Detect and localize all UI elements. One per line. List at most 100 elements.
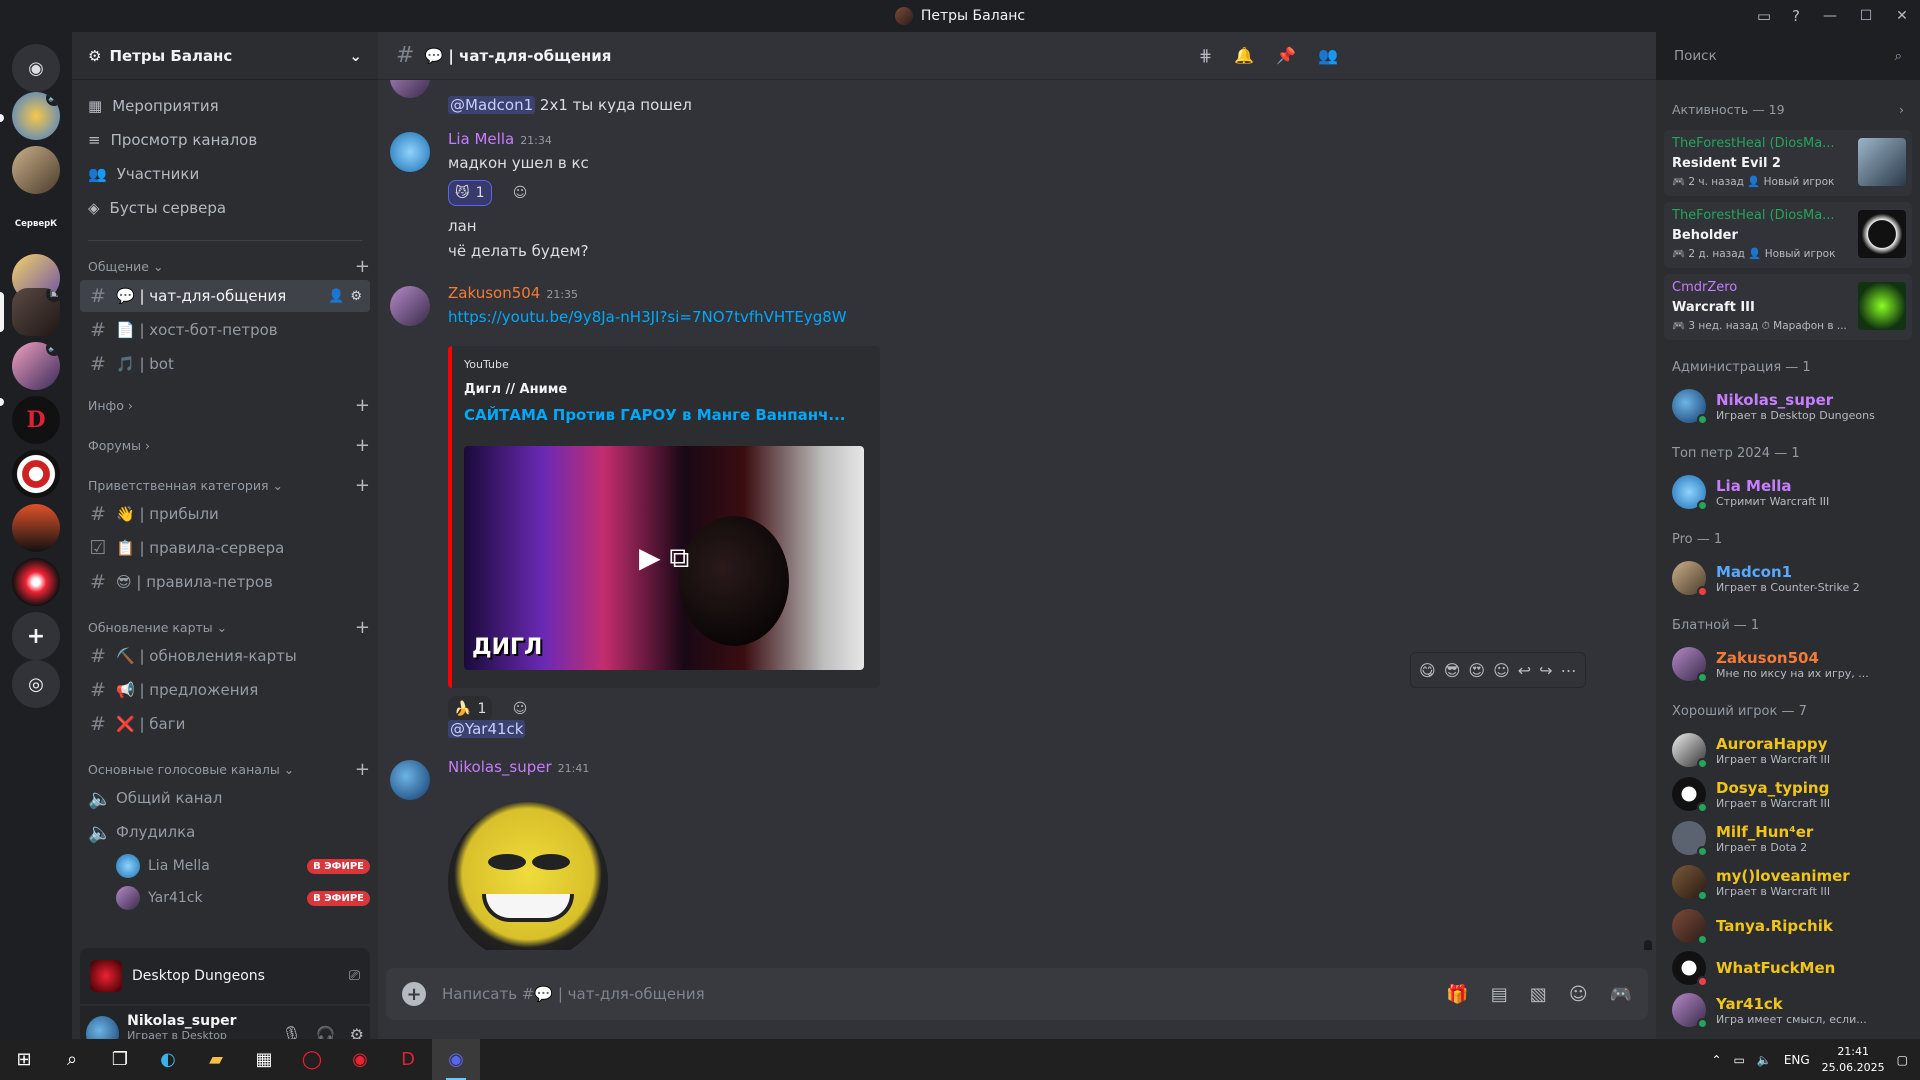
add-channel-icon[interactable]: +: [355, 617, 370, 638]
more-icon[interactable]: ⋯: [1561, 661, 1577, 680]
edge-icon[interactable]: ◐: [144, 1039, 192, 1080]
reply-icon[interactable]: ↩: [1518, 661, 1531, 680]
embed-author[interactable]: Дигл // Аниме: [464, 382, 567, 397]
discover-icon[interactable]: ◎: [12, 660, 60, 708]
channel-suggestions[interactable]: # 📢 | предложения: [80, 674, 370, 706]
upload-icon[interactable]: +: [402, 982, 426, 1006]
server-icon[interactable]: [12, 504, 60, 552]
category-welcome[interactable]: Приветственная категория ⌄ +: [88, 474, 370, 496]
network-icon[interactable]: ▭: [1734, 1053, 1745, 1067]
voice-user[interactable]: Lia Mella В ЭФИРЕ: [116, 852, 370, 880]
activity-card[interactable]: CmdrZero Warcraft III 🎮 3 нед. назад ⏱ М…: [1664, 274, 1912, 340]
add-server-button[interactable]: +: [12, 612, 60, 660]
member-item[interactable]: WhatFuckMen: [1664, 946, 1912, 990]
activity-card[interactable]: TheForestHeal (DiosMa... Resident Evil 2…: [1664, 130, 1912, 196]
server-icon[interactable]: СерверК: [12, 200, 60, 248]
channel-chat[interactable]: # 💬 | чат-для-общения 👤 ⚙: [80, 280, 370, 312]
emoji-icon[interactable]: ☺: [1569, 984, 1588, 1005]
maximize-button[interactable]: ☐: [1848, 0, 1884, 32]
task-view-icon[interactable]: ❐: [96, 1039, 144, 1080]
embed-title[interactable]: САЙТАМА Против ГАРОУ в Манге Ванпанч...: [464, 406, 846, 424]
members-icon[interactable]: 👥: [1318, 46, 1338, 65]
windows-start-icon[interactable]: ⊞: [0, 1039, 48, 1080]
member-item[interactable]: Milf_Hun⁴er Играет в Dota 2: [1664, 816, 1912, 860]
server-icon[interactable]: [12, 146, 60, 194]
volume-icon[interactable]: 🔈: [1757, 1053, 1772, 1067]
channel-map-updates[interactable]: # ⛏️ | обновления-карты: [80, 640, 370, 672]
category-info[interactable]: Инфо › +: [88, 394, 370, 416]
avatar[interactable]: [390, 80, 430, 98]
member-item[interactable]: Nikolas_super Играет в Desktop Dungeons: [1664, 384, 1912, 428]
channel-host-bot[interactable]: # 📄 | хост-бот-петров: [80, 314, 370, 346]
avatar[interactable]: [390, 132, 430, 172]
channel-rules-petrov[interactable]: # 😎 | правила-петров: [80, 566, 370, 598]
message-input[interactable]: Написать #💬 | чат-для-общения: [442, 985, 705, 1003]
minimize-button[interactable]: —: [1812, 0, 1848, 32]
category-map[interactable]: Обновление карты ⌄ +: [88, 616, 370, 638]
server-icon[interactable]: D: [12, 396, 60, 444]
mention[interactable]: @Madcon1: [448, 96, 536, 114]
message-author[interactable]: Lia Mella 21:34: [448, 130, 552, 148]
nav-browse-channels[interactable]: ≡ Просмотр каналов: [80, 124, 370, 156]
store-icon[interactable]: ▦: [240, 1039, 288, 1080]
add-reaction-icon[interactable]: ☺: [508, 181, 532, 205]
channel-rules-server[interactable]: ☑ 📋 | правила-сервера: [80, 532, 370, 564]
quick-reaction-icon[interactable]: 😋: [1419, 661, 1436, 680]
activity-bar[interactable]: Desktop Dungeons ⎚: [80, 948, 370, 1004]
inbox-icon[interactable]: ▭: [1748, 0, 1780, 32]
voice-user[interactable]: Yar41ck В ЭФИРЕ: [116, 884, 370, 912]
member-item[interactable]: Dosya_typing Играет в Warcraft III: [1664, 772, 1912, 816]
file-explorer-icon[interactable]: ▰: [192, 1039, 240, 1080]
direct-messages-icon[interactable]: ◉: [12, 44, 60, 92]
guild-header[interactable]: ⚙ Петры Баланс ⌄: [72, 32, 378, 80]
channel-bugs[interactable]: # ❌ | баги: [80, 708, 370, 740]
nav-events[interactable]: ▦ Мероприятия: [80, 90, 370, 122]
chevron-right-icon[interactable]: ›: [1899, 102, 1904, 117]
server-icon[interactable]: [12, 558, 60, 606]
play-icon[interactable]: ▶ ⧉: [639, 541, 689, 575]
invite-icon[interactable]: 👤: [328, 289, 344, 304]
mention[interactable]: @Yar41ck: [448, 720, 526, 738]
member-item[interactable]: Lia Mella Стримит Warcraft III: [1664, 470, 1912, 514]
discord-icon[interactable]: ◉: [432, 1039, 480, 1080]
activities-icon[interactable]: 🎮: [1610, 984, 1632, 1005]
reaction[interactable]: 🍌 1: [448, 696, 493, 722]
add-reaction-icon[interactable]: ☺: [1493, 661, 1510, 680]
message-link[interactable]: https://youtu.be/9y8Ja-nH3JI?si=7NO7tvfh…: [448, 308, 847, 326]
add-channel-icon[interactable]: +: [355, 256, 370, 277]
forward-icon[interactable]: ↪: [1539, 661, 1552, 680]
embed-provider[interactable]: YouTube: [464, 358, 509, 371]
avatar[interactable]: [390, 286, 430, 326]
message-author[interactable]: Zakuson504 21:35: [448, 284, 578, 302]
member-item[interactable]: Tanya.Ripchik: [1664, 904, 1912, 948]
troll-face-image[interactable]: [448, 802, 608, 950]
video-thumbnail[interactable]: ▶ ⧉ ДИГЛ: [464, 446, 864, 670]
voice-channel-flood[interactable]: 🔈 Флудилка: [80, 816, 370, 848]
message-author[interactable]: Nikolas_super 21:41: [448, 758, 589, 776]
category-voice[interactable]: Основные голосовые каналы ⌄ +: [88, 758, 370, 780]
quick-reaction-icon[interactable]: 😍: [1468, 661, 1485, 680]
channel-pribyli[interactable]: # 👋 | прибыли: [80, 498, 370, 530]
gear-icon[interactable]: ⚙: [350, 289, 362, 304]
scrollbar[interactable]: [1644, 940, 1652, 950]
screen-share-icon[interactable]: ⎚: [349, 968, 360, 984]
member-item[interactable]: Yar41ck Игра имеет смысл, если...: [1664, 988, 1912, 1032]
threads-icon[interactable]: ⋕: [1199, 46, 1212, 65]
server-icon[interactable]: 🔊: [12, 92, 60, 140]
nav-server-boosts[interactable]: ◈ Бусты сервера: [80, 192, 370, 224]
close-button[interactable]: ✕: [1884, 0, 1920, 32]
help-icon[interactable]: ?: [1780, 0, 1812, 32]
add-channel-icon[interactable]: +: [355, 435, 370, 456]
sticker-icon[interactable]: ▧: [1530, 984, 1547, 1005]
opera-icon[interactable]: ◯: [288, 1039, 336, 1080]
nav-members[interactable]: 👥 Участники: [80, 158, 370, 190]
member-item[interactable]: Madcon1 Играет в Counter-Strike 2: [1664, 556, 1912, 600]
member-item[interactable]: AuroraHappy Играет в Warcraft III: [1664, 728, 1912, 772]
gift-icon[interactable]: 🎁: [1446, 984, 1468, 1005]
game-icon[interactable]: ◉: [336, 1039, 384, 1080]
activity-card[interactable]: TheForestHeal (DiosMa... Beholder 🎮 2 д.…: [1664, 202, 1912, 268]
chevron-up-icon[interactable]: ⌃: [1711, 1053, 1721, 1067]
server-icon[interactable]: [12, 450, 60, 498]
member-item[interactable]: my()loveanimer Играет в Warcraft III: [1664, 860, 1912, 904]
category-obshenie[interactable]: Общение ⌄ +: [88, 255, 370, 277]
